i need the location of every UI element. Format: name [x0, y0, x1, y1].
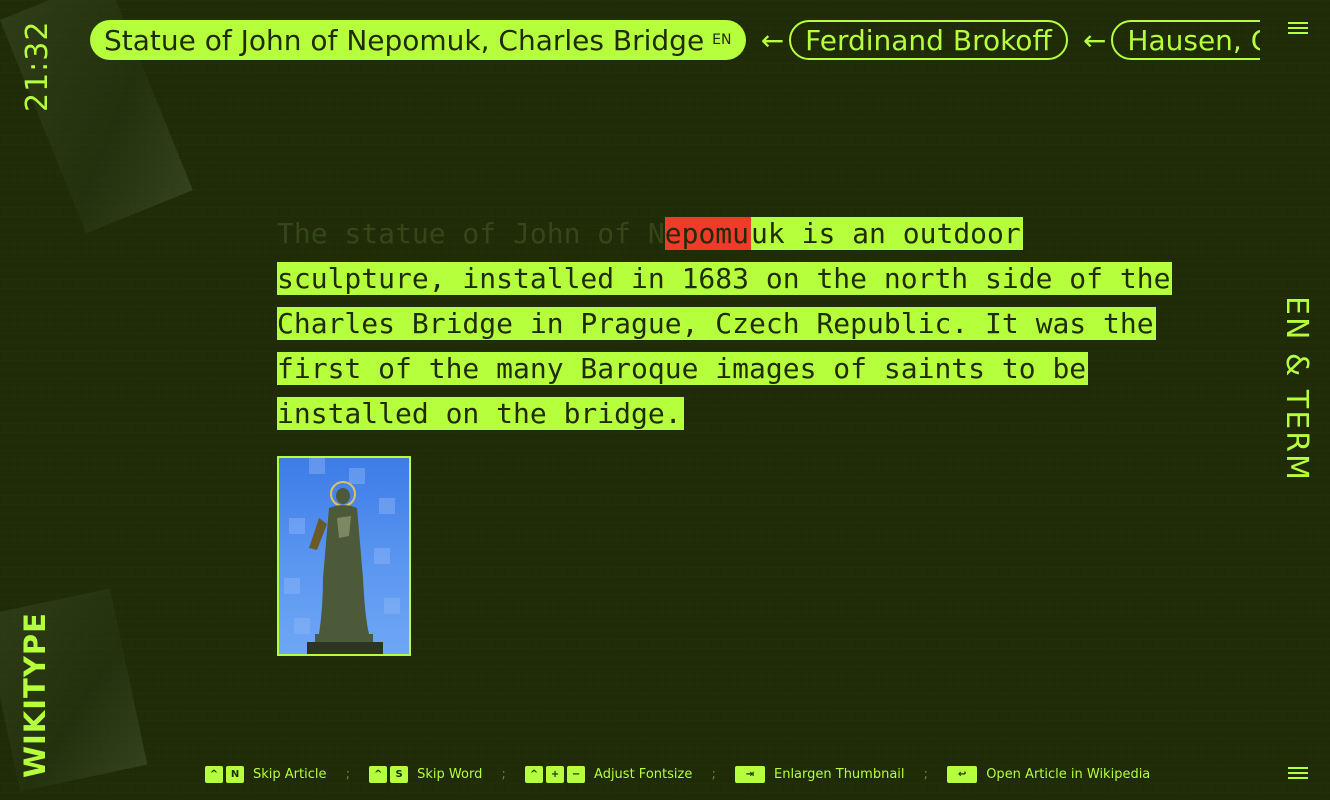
clock: 21:32	[20, 20, 55, 112]
enter-key-icon: ↩	[947, 766, 978, 783]
article-thumbnail[interactable]	[277, 456, 411, 656]
separator: ;	[501, 767, 506, 782]
shortcut-skip-word[interactable]: ^ S Skip Word	[369, 766, 482, 783]
tab-key-icon: ⇥	[734, 766, 765, 783]
previous-article-title: Hausen, C	[1127, 23, 1260, 57]
key-ctrl: ^	[205, 766, 223, 783]
typed-text: The statue of John of N	[277, 217, 665, 250]
arrow-left-icon: ←	[760, 23, 785, 57]
brand-logo: WIKITYPE	[18, 612, 52, 778]
key-n: N	[226, 766, 244, 783]
shortcut-enlargen-thumbnail[interactable]: ⇥ Enlargen Thumbnail	[734, 766, 905, 783]
key-ctrl: ^	[369, 766, 388, 783]
current-article-pill[interactable]: Statue of John of Nepomuk, Charles Bridg…	[90, 20, 746, 60]
key-plus: +	[546, 766, 565, 783]
language-mode-label[interactable]: EN & TERM	[1279, 296, 1314, 506]
breadcrumb: Statue of John of Nepomuk, Charles Bridg…	[90, 20, 1260, 66]
shortcut-label: Skip Word	[417, 767, 483, 782]
menu-icon[interactable]	[1288, 767, 1308, 781]
shortcut-open-wikipedia[interactable]: ↩ Open Article in Wikipedia	[947, 766, 1150, 783]
separator: ;	[345, 767, 351, 782]
typing-cursor-word: epomu	[664, 217, 752, 250]
shortcut-adjust-fontsize[interactable]: ^ + − Adjust Fontsize	[525, 766, 692, 783]
previous-article-pill[interactable]: Hausen, C	[1111, 20, 1260, 60]
shortcut-label: Open Article in Wikipedia	[986, 767, 1151, 782]
key-minus: −	[567, 766, 586, 783]
current-article-title: Statue of John of Nepomuk, Charles Bridg…	[104, 23, 705, 57]
keyboard-shortcuts-bar: ^ N Skip Article ; ^ S Skip Word ; ^ + −…	[205, 766, 1150, 786]
shortcut-label: Adjust Fontsize	[594, 767, 693, 782]
key-s: S	[390, 766, 409, 783]
separator: ;	[923, 767, 929, 782]
shortcut-label: Skip Article	[253, 767, 327, 782]
shortcut-label: Enlargen Thumbnail	[773, 767, 905, 782]
article-language-badge: EN	[712, 32, 732, 48]
arrow-left-icon: ←	[1082, 23, 1107, 57]
menu-icon[interactable]	[1288, 22, 1308, 36]
previous-article-title: Ferdinand Brokoff	[805, 23, 1052, 57]
typing-article[interactable]: The statue of John of Nepomuuk is an out…	[277, 211, 1187, 436]
separator: ;	[711, 767, 716, 782]
shortcut-skip-article[interactable]: ^ N Skip Article	[205, 766, 326, 783]
statue-image	[284, 458, 400, 654]
key-ctrl: ^	[525, 766, 544, 783]
previous-article-pill[interactable]: Ferdinand Brokoff	[789, 20, 1068, 60]
